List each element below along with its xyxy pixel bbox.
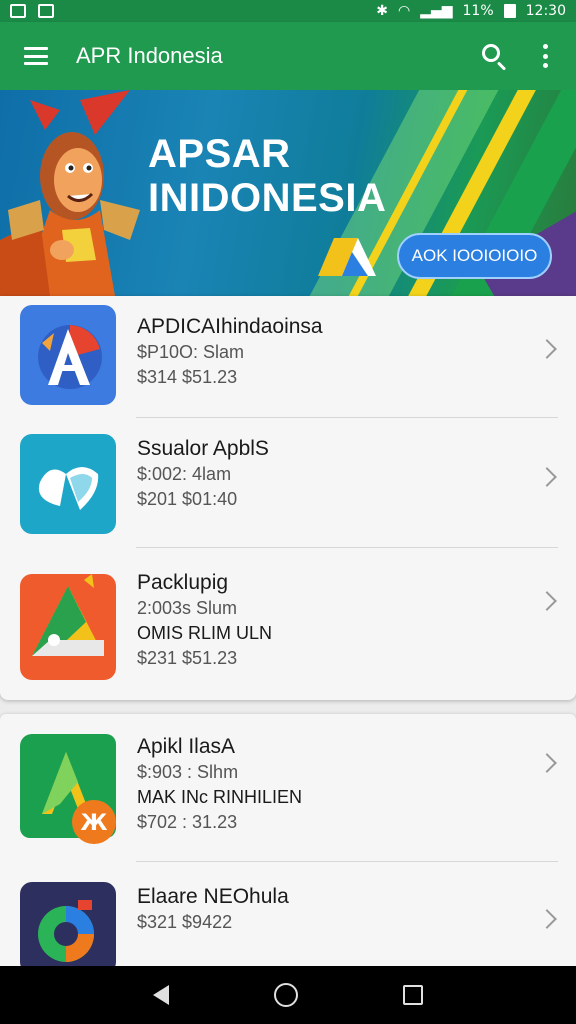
app-detail: $:002: 4lam	[137, 464, 232, 484]
signal-icon: ▂▄▆	[420, 3, 453, 19]
chevron-right-icon	[537, 753, 557, 773]
mascot-illustration	[0, 90, 140, 296]
app-detail: 2:003s Slum	[137, 598, 238, 618]
home-icon[interactable]	[273, 983, 298, 1007]
battery-icon	[503, 4, 516, 18]
banner-cta-button[interactable]: AOK IOOIOIOIO	[397, 233, 552, 279]
app-subtitle: OMIS RLIM ULN	[137, 623, 273, 643]
app-title: APR Indonesia	[76, 43, 223, 68]
chevron-right-icon	[537, 909, 557, 929]
menu-icon[interactable]	[24, 47, 48, 65]
app-bar: APR Indonesia	[0, 22, 576, 90]
app-icon	[20, 434, 116, 534]
app-name: Elaare NEOhula	[137, 885, 289, 908]
app-price: $314 $51.23	[137, 367, 238, 387]
search-icon[interactable]	[480, 42, 508, 71]
more-options-icon[interactable]	[542, 44, 548, 68]
battery-percent: 11%	[462, 3, 494, 19]
app-subtitle: MAK INc RINHILIEN	[137, 787, 303, 807]
app-icon	[20, 574, 116, 680]
app-detail: $:903 : Slhm	[137, 762, 239, 782]
app-price: $201 $01:40	[137, 489, 238, 509]
app-name: Apikl IlasA	[137, 735, 236, 758]
app-icon: Ж	[20, 734, 116, 844]
app-icon	[20, 305, 116, 405]
app-name: APDICAIhindaoinsa	[137, 315, 323, 338]
app-name: Packlupig	[137, 571, 229, 594]
chevron-right-icon	[537, 591, 557, 611]
recent-apps-icon[interactable]	[403, 985, 424, 1005]
chevron-right-icon	[537, 339, 557, 359]
system-nav-bar	[0, 966, 576, 1024]
app-price: $702 : 31.23	[137, 812, 238, 832]
banner-logo-icon	[318, 238, 376, 276]
app-detail: $P10O: Slam	[137, 342, 245, 362]
bluetooth-icon: ✱	[376, 3, 388, 19]
list-item[interactable]: APDICAIhindaoinsa $P10O: Slam $314 $51.2…	[0, 296, 576, 418]
app-price: $321 $9422	[137, 912, 233, 932]
status-bar: ✱ ◠ ▂▄▆ 11% 12:30	[0, 0, 576, 22]
list-item[interactable]: Ж Apikl IlasA $:903 : Slhm MAK INc RINHI…	[0, 714, 576, 862]
app-list-card: Ж Apikl IlasA $:903 : Slhm MAK INc RINHI…	[0, 714, 576, 974]
app-list-card: APDICAIhindaoinsa $P10O: Slam $314 $51.2…	[0, 296, 576, 700]
app-price: $231 $51.23	[137, 648, 238, 668]
wifi-icon: ◠	[397, 3, 411, 19]
svg-text:Ж: Ж	[81, 811, 108, 836]
banner-title: APSAR INIDONESIA	[148, 132, 387, 220]
notification-icon	[10, 4, 26, 18]
gallery-icon	[38, 4, 54, 18]
chevron-right-icon	[537, 467, 557, 487]
list-item[interactable]: Elaare NEOhula $321 $9422	[0, 862, 576, 974]
app-name: Ssualor ApblS	[137, 437, 269, 460]
back-icon[interactable]	[152, 985, 169, 1005]
status-time: 12:30	[525, 3, 566, 19]
app-icon	[20, 882, 116, 974]
list-item[interactable]: Packlupig 2:003s Slum OMIS RLIM ULN $231…	[0, 548, 576, 698]
list-item[interactable]: Ssualor ApblS $:002: 4lam $201 $01:40	[0, 418, 576, 548]
